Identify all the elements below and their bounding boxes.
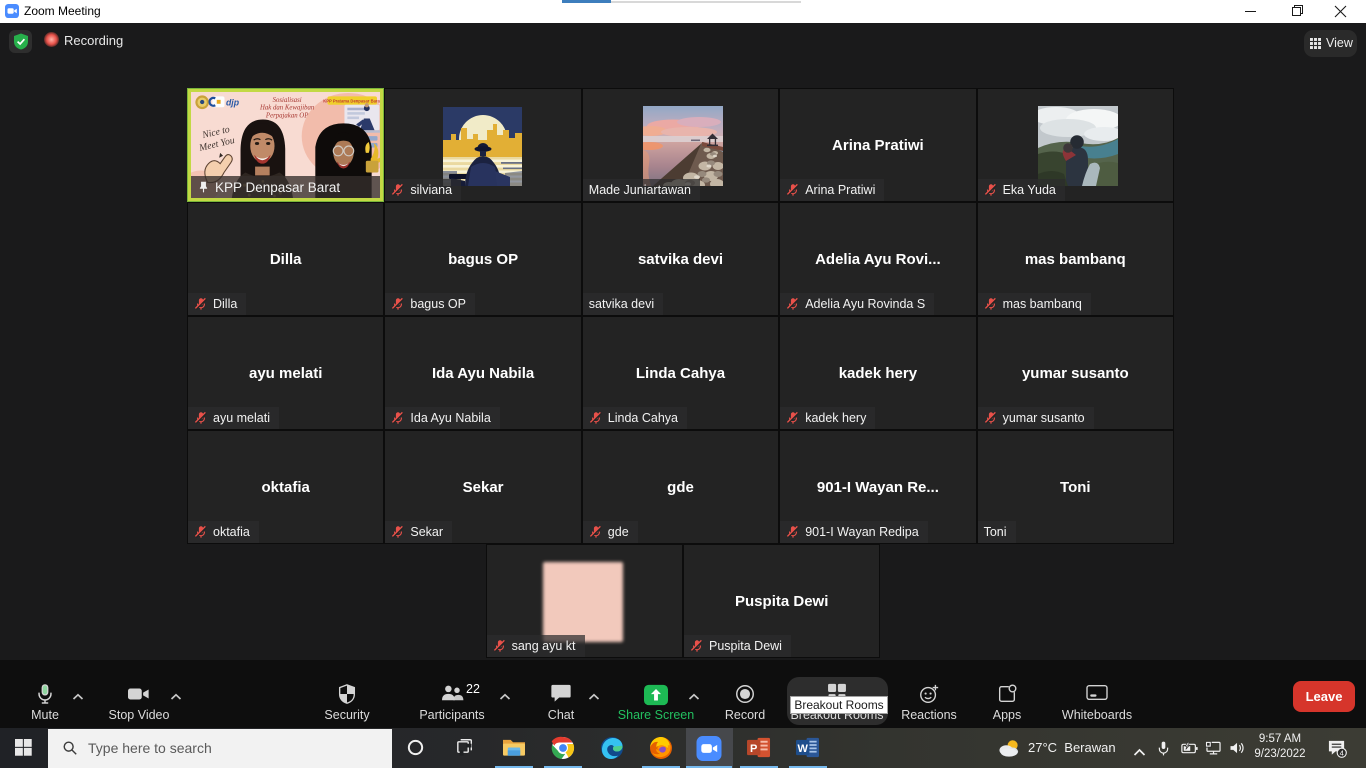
svg-text:Hak dan Kewajiban: Hak dan Kewajiban [259, 105, 315, 112]
svg-text:KPP Pratama Denpasar Barat: KPP Pratama Denpasar Barat [323, 98, 380, 103]
svg-text:P: P [750, 743, 757, 755]
svg-text:Perpajakan OP: Perpajakan OP [265, 112, 308, 119]
svg-text:W: W [798, 743, 809, 755]
svg-text:djp: djp [226, 98, 240, 108]
svg-text:Sosialisasi: Sosialisasi [273, 97, 302, 104]
svg-text:4: 4 [1340, 749, 1344, 758]
